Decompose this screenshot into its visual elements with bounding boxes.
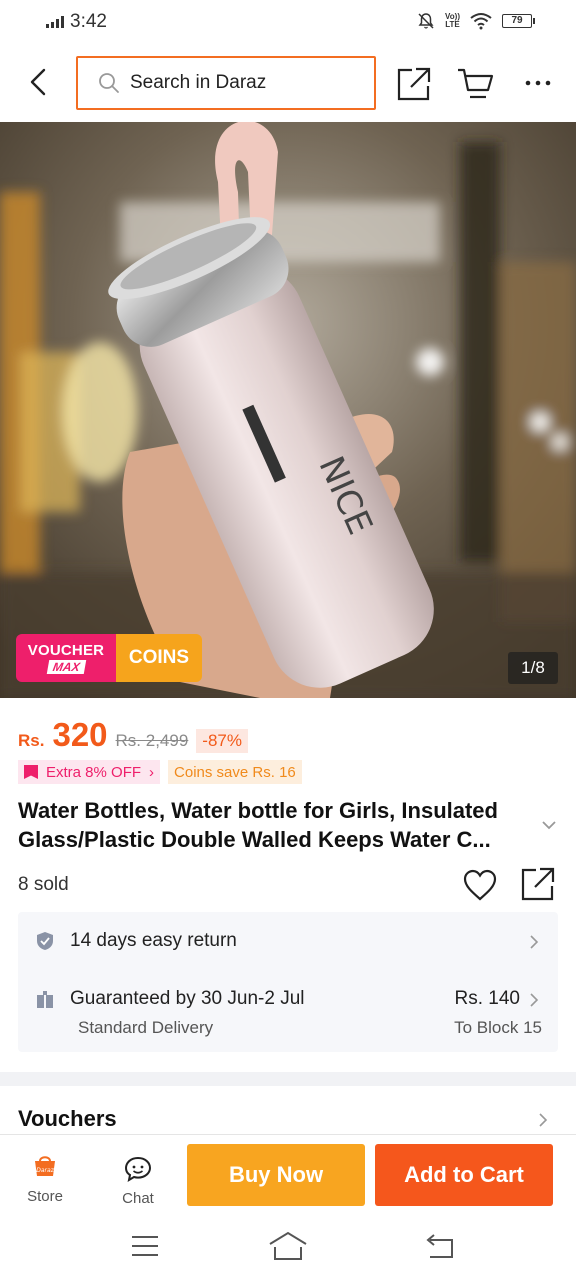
expand-title-icon[interactable] (538, 814, 560, 836)
share-icon[interactable] (396, 66, 432, 102)
search-placeholder: Search in Daraz (130, 72, 267, 93)
search-icon (99, 73, 119, 93)
discount-badge: -87% (196, 729, 248, 753)
chat-button[interactable]: Chat (114, 1155, 162, 1208)
home-icon[interactable] (268, 1230, 308, 1262)
chevron-right-icon (530, 993, 539, 1007)
delivery-row[interactable]: Guaranteed by 30 Jun-2 Jul (36, 988, 305, 1010)
voucher-badge-line2: MAX (46, 660, 86, 674)
return-policy-label: 14 days easy return (70, 930, 237, 951)
recent-apps-icon[interactable] (130, 1234, 160, 1258)
product-photo: NICE (0, 122, 576, 698)
store-button[interactable]: Daraz Store (20, 1155, 70, 1206)
search-input[interactable]: Search in Daraz (76, 56, 376, 110)
signal-icon (46, 16, 64, 28)
buy-now-button[interactable]: Buy Now (187, 1144, 365, 1206)
mute-bell-icon (418, 13, 434, 29)
product-image-gallery[interactable]: NICE VOUCHER MAX COINS 1/8 (0, 122, 576, 698)
coins-badge: COINS (116, 634, 202, 682)
shipping-price: Rs. 140 (454, 988, 520, 1009)
voucher-coins-badge: VOUCHER MAX COINS (16, 634, 202, 682)
image-counter: 1/8 (508, 652, 558, 684)
top-bar: Search in Daraz (0, 46, 576, 122)
bottom-action-bar: Daraz Store Chat Buy Now Add to Cart (0, 1134, 576, 1216)
shipping-destination: To Block 15 (454, 1018, 542, 1037)
volte-icon: Vo)) LTE (445, 12, 460, 29)
system-nav-bar (0, 1216, 576, 1280)
extra-off-promo[interactable]: Extra 8% OFF › (18, 760, 161, 784)
share-product-icon[interactable] (520, 866, 556, 902)
wifi-icon (470, 13, 492, 30)
back-arrow-icon[interactable] (22, 64, 58, 100)
more-options-icon[interactable] (520, 70, 556, 96)
current-price: 320 (52, 716, 108, 753)
price-row: Rs. 320 Rs. 2,499 -87% (18, 716, 248, 754)
delivery-card: 14 days easy return Guaranteed by 30 Jun… (18, 912, 558, 1052)
product-title: Water Bottles, Water bottle for Girls, I… (18, 798, 498, 852)
status-right: Vo)) LTE 79 (417, 12, 535, 30)
chat-label: Chat (122, 1190, 154, 1207)
coins-save-label: Coins save Rs. 16 (174, 763, 296, 781)
add-to-cart-button[interactable]: Add to Cart (375, 1144, 553, 1206)
guarantee-label: Guaranteed by 30 Jun-2 Jul (70, 988, 305, 1009)
status-left: 3:42 (46, 11, 107, 33)
delivery-method: Standard Delivery (78, 1018, 214, 1037)
voucher-max-badge: VOUCHER MAX (16, 634, 116, 682)
chevron-right-icon (530, 935, 539, 949)
sold-count: 8 sold (18, 874, 69, 895)
battery-icon: 79 (502, 14, 535, 28)
store-label: Store (27, 1188, 63, 1205)
voucher-tag-icon (24, 765, 38, 779)
daraz-store-logo-icon: Daraz (35, 1156, 55, 1176)
voucher-badge-line1: VOUCHER (27, 642, 105, 659)
cart-icon[interactable] (456, 66, 496, 102)
chat-bubble-icon (124, 1156, 152, 1183)
vouchers-heading[interactable]: Vouchers (18, 1106, 117, 1132)
return-policy-row[interactable]: 14 days easy return (36, 930, 237, 952)
delivery-box-icon (37, 991, 53, 1008)
status-bar: 3:42 Vo)) LTE 79 (0, 0, 576, 46)
promo-row: Extra 8% OFF › Coins save Rs. 16 (18, 760, 302, 784)
chevron-right-icon[interactable] (534, 1110, 552, 1130)
shield-check-icon (37, 932, 53, 950)
original-price: Rs. 2,499 (115, 731, 189, 750)
store-logo-text: Daraz (36, 1167, 54, 1174)
section-divider (0, 1072, 576, 1086)
status-time: 3:42 (70, 11, 107, 32)
currency-label: Rs. (18, 731, 45, 750)
back-nav-icon[interactable] (424, 1232, 456, 1260)
wishlist-heart-icon[interactable] (462, 868, 498, 902)
extra-off-label: Extra 8% OFF (46, 763, 142, 781)
coins-save-promo[interactable]: Coins save Rs. 16 (168, 760, 302, 784)
chevron-right-icon: › (149, 763, 155, 781)
